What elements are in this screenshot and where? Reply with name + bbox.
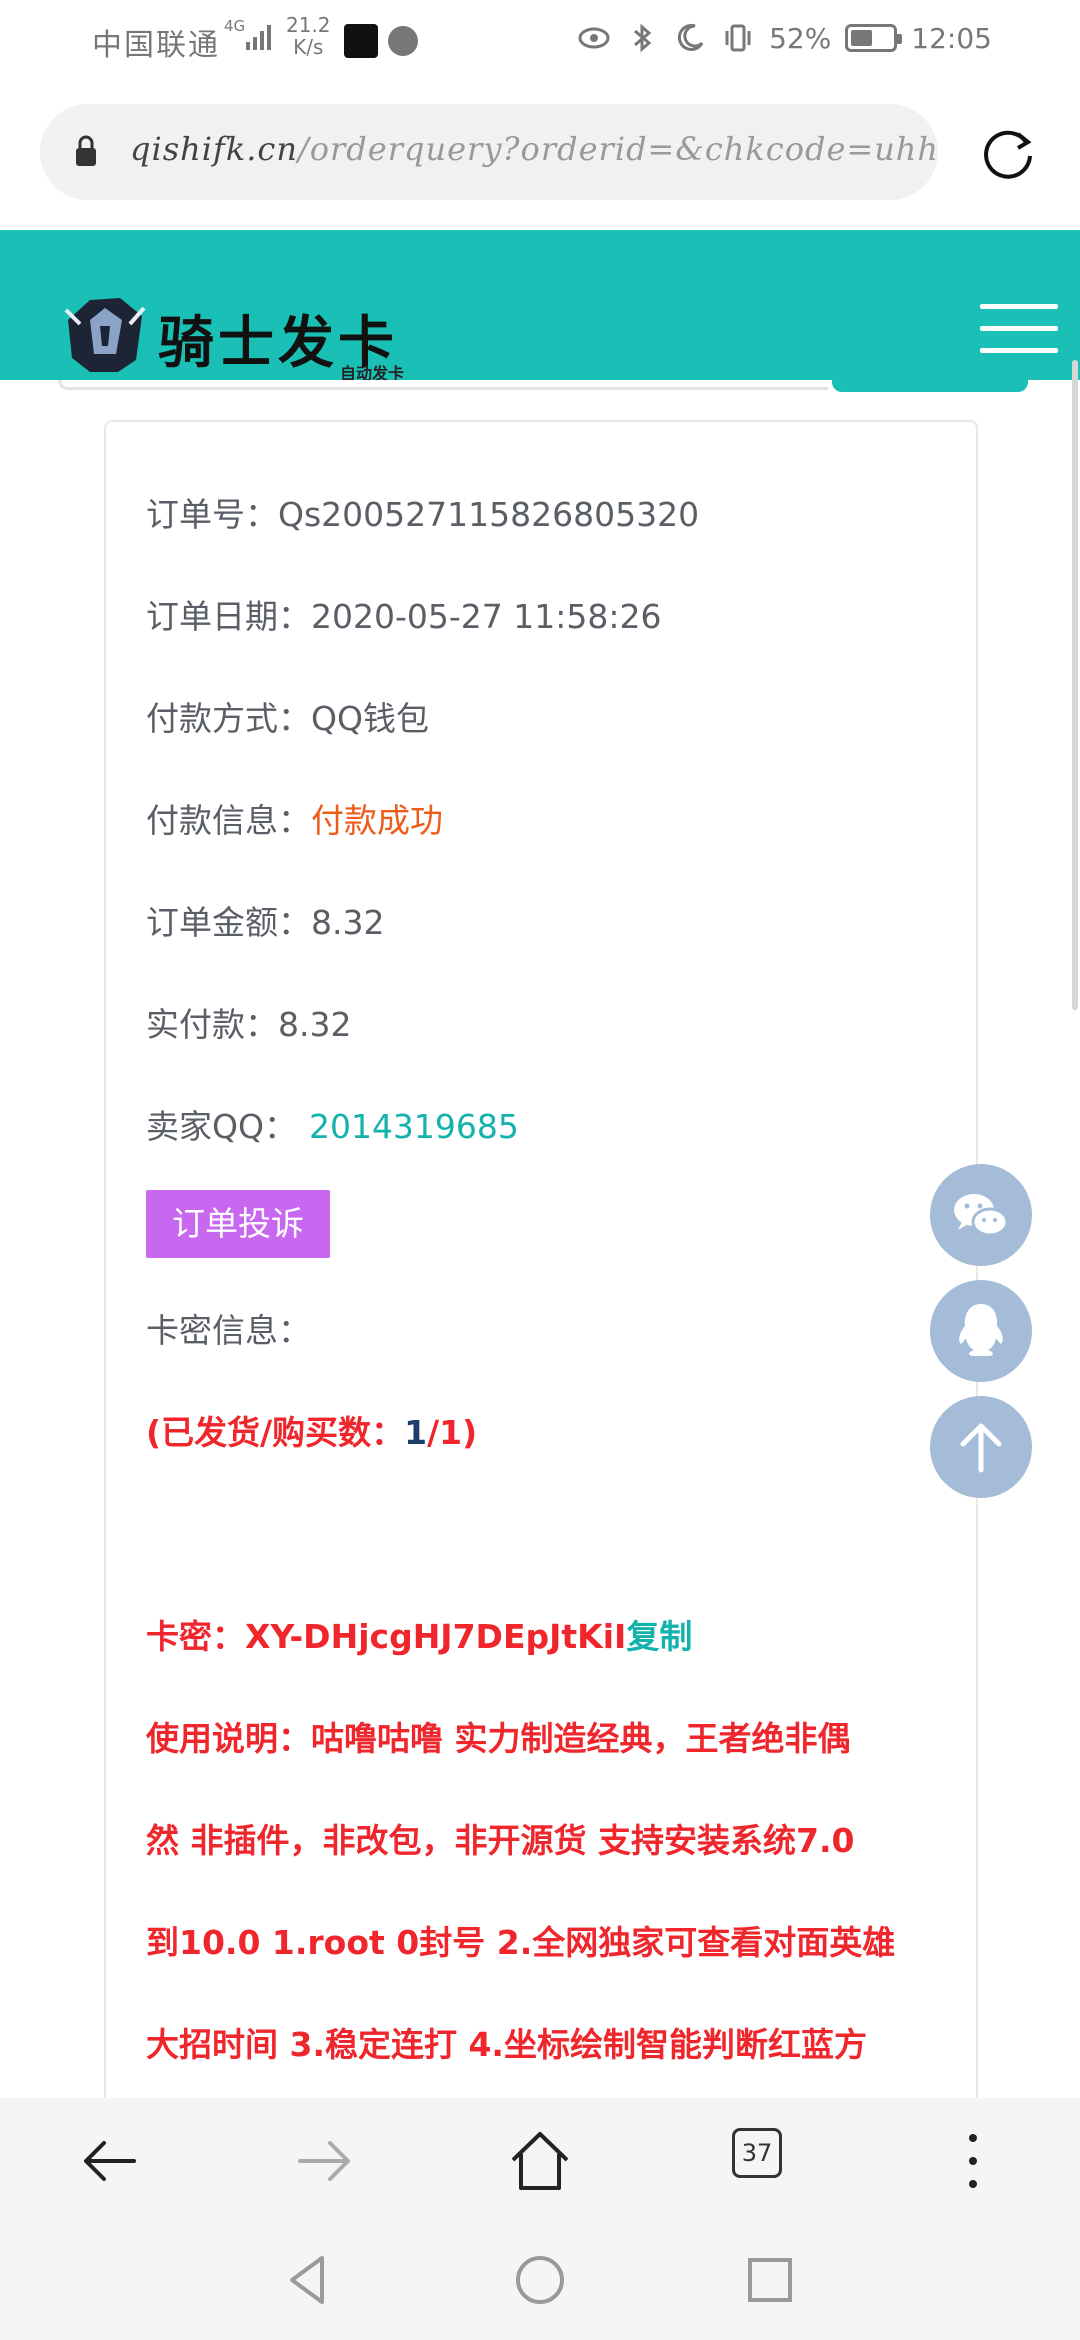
pay-info-row: 付款信息：付款成功 xyxy=(146,794,443,842)
usage-line: 大招时间 3.稳定连打 4.坐标绘制智能判断红蓝方 xyxy=(146,2025,867,2064)
speed-unit: K/s xyxy=(293,35,324,59)
pay-method-value: QQ钱包 xyxy=(311,699,429,738)
card-key-value[interactable]: XY-DHjcgHJ7DEpJtKiI xyxy=(245,1617,626,1656)
seller-qq-label: 卖家QQ： xyxy=(146,1107,297,1146)
knight-logo-icon xyxy=(64,298,146,372)
order-date-label: 订单日期： xyxy=(146,597,311,636)
card-key-row: 卡密：XY-DHjcgHJ7DEpJtKiI复制 xyxy=(146,1610,692,1658)
home-icon[interactable] xyxy=(505,2126,575,2196)
qq-icon xyxy=(959,1304,1003,1356)
search-bar-edge xyxy=(58,380,828,390)
order-card: 订单号：Qs200527115826805320 订单日期：2020-05-27… xyxy=(104,420,978,2120)
order-amount-label: 订单金额： xyxy=(146,903,311,942)
url-domain: qishifk.cn xyxy=(130,130,298,168)
order-amount-row: 订单金额：8.32 xyxy=(146,896,384,944)
card-key-label: 卡密： xyxy=(146,1617,245,1656)
address-bar[interactable]: qishifk.cn/orderquery?orderid=&chkcode=u… xyxy=(40,104,938,200)
vibrate-icon xyxy=(725,24,751,52)
lock-icon xyxy=(76,135,96,166)
app-notification-icon xyxy=(344,24,378,58)
status-bar: 中国联通 4G 21.2 K/s 52% 12:05 xyxy=(0,0,1080,80)
more-menu-icon[interactable] xyxy=(938,2126,1008,2196)
order-number-label: 订单号： xyxy=(146,495,278,534)
card-info-label: 卡密信息： xyxy=(146,1311,311,1350)
paid-amount-value: 8.32 xyxy=(278,1005,352,1044)
back-to-top-button[interactable] xyxy=(930,1396,1032,1498)
signal-icon xyxy=(246,25,271,50)
clock: 12:05 xyxy=(911,21,992,55)
usage-line: 使用说明：咕噜咕噜 实力制造经典，王者绝非偶 xyxy=(146,1719,851,1758)
network-speed: 21.2 K/s xyxy=(286,14,331,58)
paid-amount-label: 实付款： xyxy=(146,1005,278,1044)
shipped-status: (已发货/购买数：1/1) xyxy=(146,1406,477,1454)
bluetooth-icon xyxy=(634,23,652,53)
order-amount-value: 8.32 xyxy=(311,903,385,942)
back-arrow-icon[interactable] xyxy=(74,2126,144,2196)
system-home-icon[interactable] xyxy=(510,2250,570,2310)
eye-icon xyxy=(578,27,610,49)
paid-amount-row: 实付款：8.32 xyxy=(146,998,351,1046)
copy-button[interactable]: 复制 xyxy=(626,1617,692,1656)
browser-toolbar: 37 xyxy=(0,2098,1080,2222)
battery-percent: 52% xyxy=(769,21,832,55)
hamburger-menu-icon[interactable] xyxy=(980,304,1058,354)
pay-info-label: 付款信息： xyxy=(146,801,311,840)
tabs-button[interactable]: 37 xyxy=(732,2128,782,2178)
order-complaint-button[interactable]: 订单投诉 xyxy=(146,1190,330,1258)
reload-icon[interactable] xyxy=(978,124,1038,184)
arrow-up-icon xyxy=(960,1423,1002,1473)
search-button-edge[interactable] xyxy=(832,380,1028,392)
carrier-name: 中国联通 xyxy=(92,28,220,63)
order-number-value: Qs200527115826805320 xyxy=(278,495,700,534)
pay-method-label: 付款方式： xyxy=(146,699,311,738)
seller-qq-row: 卖家QQ： 2014319685 xyxy=(146,1100,519,1148)
forward-arrow-icon[interactable] xyxy=(290,2126,360,2196)
usage-line: 然 非插件，非改包，非开源货 支持安装系统7.0 xyxy=(146,1821,855,1860)
usage-line: 到10.0 1.root 0封号 2.全网独家可查看对面英雄 xyxy=(146,1923,896,1962)
speed-value: 21.2 xyxy=(286,13,331,37)
address-bar-row: qishifk.cn/orderquery?orderid=&chkcode=u… xyxy=(0,90,1080,220)
qq-float-button[interactable] xyxy=(930,1280,1032,1382)
system-back-icon[interactable] xyxy=(280,2250,340,2310)
wechat-icon xyxy=(954,1194,1009,1237)
shipped-prefix: (已发货/购买数： xyxy=(146,1413,405,1452)
order-date-row: 订单日期：2020-05-27 11:58:26 xyxy=(146,590,661,638)
page-scrollbar[interactable] xyxy=(1072,360,1078,1010)
browser-notification-icon xyxy=(388,26,418,56)
url-path: /orderquery?orderid=&chkcode=uhhk&quer xyxy=(297,130,938,168)
url-text[interactable]: qishifk.cn/orderquery?orderid=&chkcode=u… xyxy=(130,130,938,168)
shipped-suffix: /1) xyxy=(427,1413,478,1452)
moon-icon xyxy=(677,23,704,51)
pay-method-row: 付款方式：QQ钱包 xyxy=(146,692,429,740)
wechat-float-button[interactable] xyxy=(930,1164,1032,1266)
shipped-count: 1 xyxy=(404,1413,428,1452)
site-logo[interactable]: 骑士发卡 自动发卡 xyxy=(60,290,420,383)
site-header: 骑士发卡 自动发卡 xyxy=(0,230,1080,383)
system-recents-icon[interactable] xyxy=(740,2250,800,2310)
seller-qq-link[interactable]: 2014319685 xyxy=(309,1107,519,1146)
battery-icon xyxy=(845,24,903,52)
status-icons: 52% 12:05 xyxy=(577,18,992,58)
network-type: 4G xyxy=(224,17,246,35)
pay-status-value: 付款成功 xyxy=(311,801,443,840)
system-navigation-bar xyxy=(0,2222,1080,2340)
order-date-value: 2020-05-27 11:58:26 xyxy=(311,597,662,636)
order-number-row: 订单号：Qs200527115826805320 xyxy=(146,488,699,536)
